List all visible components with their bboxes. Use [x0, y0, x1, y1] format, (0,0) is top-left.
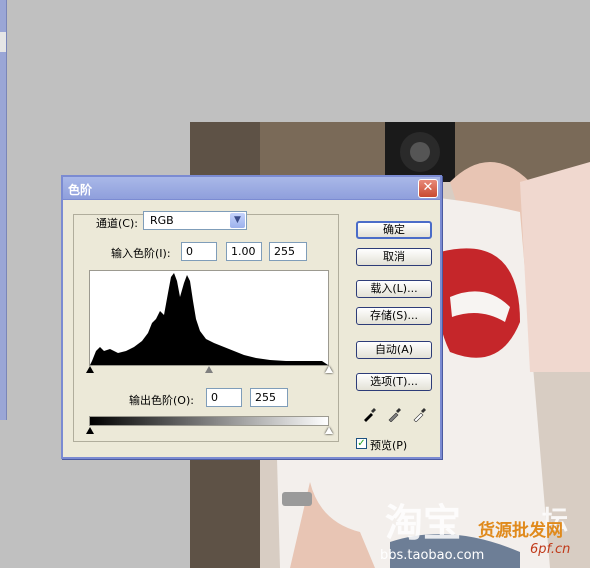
levels-dialog: 色阶 ✕ 通道(C): RGB ▼ 输入色阶(I): 0 1.00 255 输出… — [61, 175, 442, 459]
left-panel-notch — [0, 32, 6, 52]
output-gradient-bar — [89, 416, 329, 426]
save-button[interactable]: 存储(S)... — [356, 307, 432, 325]
gray-eyedropper-icon[interactable] — [387, 406, 403, 422]
close-icon: ✕ — [422, 180, 434, 195]
channel-value: RGB — [150, 214, 174, 227]
white-eyedropper-icon[interactable] — [412, 406, 428, 422]
output-black-field[interactable]: 0 — [206, 388, 242, 407]
output-white-field[interactable]: 255 — [250, 388, 288, 407]
dialog-title: 色阶 — [68, 183, 93, 197]
output-black-slider[interactable] — [86, 427, 94, 434]
left-panel-strip — [0, 0, 7, 420]
output-white-slider[interactable] — [325, 427, 333, 434]
input-black-field[interactable]: 0 — [181, 242, 217, 261]
black-eyedropper-icon[interactable] — [362, 406, 378, 422]
watermark-overlay-text: 货源批发网 — [478, 521, 563, 541]
channel-label: 通道(C): — [96, 217, 138, 230]
input-black-slider[interactable] — [86, 366, 94, 373]
histogram-graph — [90, 273, 328, 365]
auto-button[interactable]: 自动(A) — [356, 341, 432, 359]
ok-button[interactable]: 确定 — [356, 221, 432, 239]
input-gamma-field[interactable]: 1.00 — [226, 242, 262, 261]
input-gamma-slider[interactable] — [205, 366, 213, 373]
close-button[interactable]: ✕ — [418, 179, 438, 198]
preview-checkbox[interactable]: ✓ — [356, 438, 367, 449]
output-levels-label: 输出色阶(O): — [129, 394, 194, 407]
load-button[interactable]: 载入(L)... — [356, 280, 432, 298]
preview-label[interactable]: 预览(P) — [370, 437, 407, 453]
options-button[interactable]: 选项(T)... — [356, 373, 432, 391]
dialog-titlebar[interactable]: 色阶 ✕ — [63, 177, 440, 200]
channel-select[interactable]: RGB ▼ — [143, 211, 247, 230]
watermark-logo: 淘宝 — [385, 501, 462, 545]
input-white-slider[interactable] — [325, 366, 333, 373]
chevron-down-icon[interactable]: ▼ — [230, 213, 245, 228]
watermark-overlay-url: 6pf.cn — [530, 542, 571, 557]
input-levels-label: 输入色阶(I): — [111, 247, 171, 260]
input-white-field[interactable]: 255 — [269, 242, 307, 261]
watermark-site-url: bbs.taobao.com — [380, 548, 485, 563]
histogram — [89, 270, 329, 366]
cancel-button[interactable]: 取消 — [356, 248, 432, 266]
